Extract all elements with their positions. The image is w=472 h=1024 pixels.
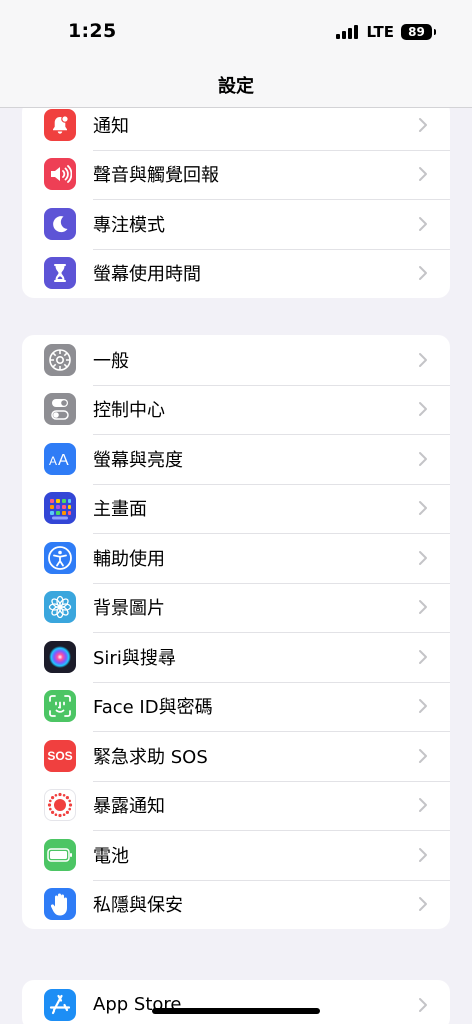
- row-separator: [93, 533, 450, 534]
- chevron-right-icon: [419, 117, 427, 132]
- row-separator: [93, 434, 450, 435]
- chevron-right-icon: [419, 897, 427, 912]
- network-type: LTE: [366, 23, 394, 41]
- svg-text:A: A: [49, 454, 57, 468]
- sos-icon: SOS: [44, 739, 76, 772]
- row-separator: [93, 780, 450, 782]
- settings-row-toggles[interactable]: 控制中心: [22, 384, 450, 435]
- chevron-right-icon: [419, 748, 427, 763]
- row-separator: [93, 483, 450, 485]
- toggles-icon: [44, 393, 76, 426]
- row-separator: [93, 830, 450, 831]
- row-separator: [93, 731, 450, 732]
- row-separator: [93, 582, 450, 584]
- settings-row-accessibility[interactable]: 輔助使用: [22, 533, 450, 583]
- settings-row-app-store[interactable]: App Store: [22, 980, 450, 1024]
- chevron-right-icon: [419, 649, 427, 664]
- face-id-icon: [44, 690, 76, 723]
- settings-row-speaker[interactable]: 聲音與觸覺回報: [22, 149, 450, 200]
- moon-icon: [44, 207, 76, 240]
- battery-icon: 89: [401, 24, 436, 40]
- settings-row-sos[interactable]: SOS 緊急求助 SOS: [22, 731, 450, 781]
- flower-icon: [44, 591, 76, 624]
- settings-group-general: 一般控制中心 A A 螢幕與亮度主畫面輔助使用背景圖片 Siri與搜尋 Face ID與密…: [22, 335, 450, 929]
- home-grid-icon: [44, 492, 76, 525]
- row-separator: [93, 248, 450, 250]
- text-size-icon: AA: [44, 442, 76, 475]
- settings-row-label: 暴露通知: [93, 796, 165, 818]
- chevron-right-icon: [419, 997, 427, 1012]
- sos-text: SOS: [47, 748, 73, 763]
- settings-row-flower[interactable]: 背景圖片: [22, 582, 450, 633]
- settings-screen: 1:25 LTE 89 設定 通知聲音與觸覺回報 專注模式螢幕使用時間 一般控制中…: [0, 0, 472, 1024]
- bell-badge-icon: [44, 108, 76, 141]
- hand-icon: [44, 888, 76, 921]
- accessibility-icon: [44, 541, 76, 574]
- home-indicator[interactable]: [152, 1008, 320, 1014]
- row-separator: [93, 681, 450, 683]
- row-separator: [93, 632, 450, 633]
- settings-row-label: Face ID與密碼: [93, 697, 213, 719]
- settings-row-label: 螢幕與亮度: [93, 449, 183, 471]
- chevron-right-icon: [419, 550, 427, 565]
- settings-row-battery[interactable]: 電池: [22, 830, 450, 880]
- exposure-icon: [44, 789, 76, 822]
- settings-row-gear[interactable]: 一般: [22, 335, 450, 385]
- settings-row-label: 電池: [93, 845, 129, 867]
- row-separator: [93, 199, 450, 200]
- battery-level: 89: [408, 25, 425, 39]
- settings-row-label: 輔助使用: [93, 548, 165, 570]
- chevron-right-icon: [419, 600, 427, 615]
- settings-row-moon[interactable]: 專注模式: [22, 199, 450, 249]
- page-title: 設定: [218, 76, 254, 97]
- settings-row-label: 控制中心: [93, 400, 165, 422]
- settings-row-label: 通知: [93, 115, 129, 137]
- settings-row-label: 主畫面: [93, 499, 147, 521]
- settings-group-notifications: 通知聲音與觸覺回報 專注模式螢幕使用時間: [22, 100, 450, 298]
- status-time: 1:25: [68, 20, 117, 42]
- svg-text:A: A: [58, 452, 69, 469]
- settings-row-label: 聲音與觸覺回報: [93, 165, 219, 187]
- navigation-bar: 設定: [0, 60, 472, 108]
- chevron-right-icon: [419, 798, 427, 813]
- settings-row-text-size[interactable]: A A 螢幕與亮度: [22, 434, 450, 484]
- settings-row-label: 螢幕使用時間: [93, 264, 201, 286]
- gear-icon: [44, 343, 76, 376]
- chevron-right-icon: [419, 699, 427, 714]
- settings-row-label: Siri與搜尋: [93, 647, 176, 669]
- settings-row-hand[interactable]: 私隱與保安: [22, 879, 450, 930]
- speaker-icon: [44, 158, 76, 191]
- settings-row-face-id[interactable]: Face ID與密碼: [22, 681, 450, 732]
- chevron-right-icon: [419, 402, 427, 417]
- status-indicators: LTE 89: [336, 22, 436, 42]
- siri-icon: [44, 640, 76, 673]
- settings-row-exposure[interactable]: 暴露通知: [22, 780, 450, 831]
- chevron-right-icon: [419, 352, 427, 367]
- settings-row-label: 私隱與保安: [93, 895, 183, 917]
- settings-row-label: 背景圖片: [93, 598, 165, 620]
- settings-group-store: App Store: [22, 980, 450, 1024]
- row-separator: [93, 384, 450, 386]
- chevron-right-icon: [419, 501, 427, 516]
- chevron-right-icon: [419, 451, 427, 466]
- settings-row-label: 一般: [93, 350, 129, 372]
- chevron-right-icon: [419, 266, 427, 281]
- hourglass-icon: [44, 257, 76, 290]
- settings-row-siri[interactable]: Siri與搜尋: [22, 632, 450, 682]
- status-bar: 1:25 LTE 89: [0, 0, 472, 60]
- cellular-signal-icon: [336, 25, 359, 39]
- chevron-right-icon: [419, 847, 427, 862]
- chevron-right-icon: [419, 216, 427, 231]
- battery-icon: [44, 838, 76, 871]
- row-separator: [93, 879, 450, 881]
- app-store-icon: [44, 988, 76, 1021]
- row-separator: [93, 149, 450, 151]
- settings-row-hourglass[interactable]: 螢幕使用時間: [22, 248, 450, 299]
- settings-row-home-grid[interactable]: 主畫面: [22, 483, 450, 534]
- chevron-right-icon: [419, 167, 427, 182]
- settings-row-label: 緊急求助 SOS: [93, 746, 208, 768]
- settings-row-label: 專注模式: [93, 214, 165, 236]
